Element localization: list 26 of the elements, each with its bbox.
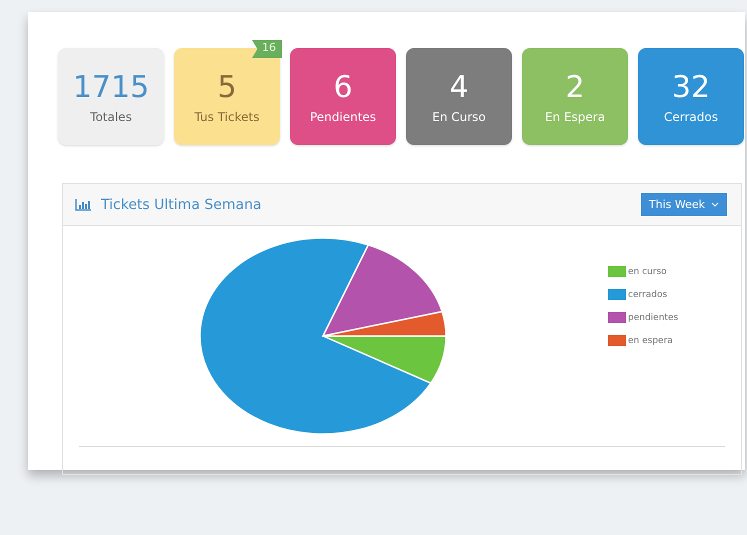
stat-tile[interactable]: 1715 Totales — [58, 48, 164, 145]
range-dropdown[interactable]: This Week — [640, 193, 727, 216]
stat-tile[interactable]: 32 Cerrados — [638, 48, 744, 145]
caret-icon — [711, 202, 719, 207]
panel-title: Tickets Ultima Semana — [101, 196, 263, 212]
stat-tile[interactable]: 6 Pendientes — [290, 48, 396, 145]
stat-label: En Curso — [432, 110, 486, 124]
count-badge: 16 — [252, 40, 282, 58]
stat-value: 6 — [333, 70, 353, 106]
stat-tile[interactable]: 2 En Espera — [522, 48, 628, 145]
stat-value: 4 — [449, 70, 469, 106]
legend-label: en curso — [628, 266, 667, 276]
stat-value: 5 — [217, 70, 237, 106]
stat-label: Tus Tickets — [194, 110, 260, 124]
stat-label: En Espera — [544, 110, 606, 124]
legend-label: en espera — [628, 336, 673, 346]
stat-tile[interactable]: 4 En Curso — [406, 48, 512, 145]
stat-label: Cerrados — [664, 110, 718, 124]
stat-label: Pendientes — [310, 110, 376, 124]
legend-label: cerrados — [628, 290, 668, 300]
stat-value: 32 — [672, 70, 710, 106]
stat-label: Totales — [90, 110, 132, 124]
bar-chart-icon — [75, 198, 91, 210]
stat-value: 2 — [565, 70, 585, 106]
stat-value: 1715 — [72, 70, 150, 106]
legend-label: pendientes — [628, 312, 678, 322]
